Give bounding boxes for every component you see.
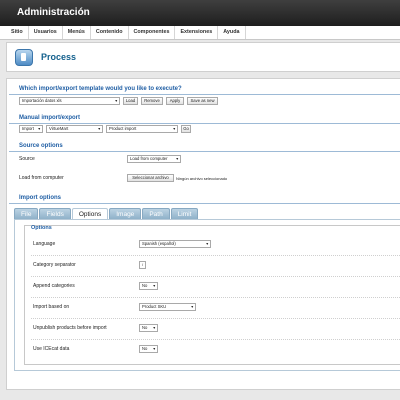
- file-label: Load from computer: [19, 175, 64, 181]
- import-section-title: Import options: [19, 195, 61, 201]
- menu-item-sitio[interactable]: Sitio: [6, 26, 29, 39]
- menu-item-contenido[interactable]: Contenido: [91, 26, 129, 39]
- save-as-new-button[interactable]: Save as new: [187, 97, 218, 105]
- unpublish-select[interactable]: No: [139, 324, 158, 332]
- source-label: Source: [19, 156, 35, 162]
- source-select[interactable]: Load from computer: [127, 155, 181, 163]
- tab-file[interactable]: File: [14, 208, 39, 219]
- import-tabs: File Fields Options Image Path Limit: [14, 208, 199, 219]
- file-status: Ningún archivo seleccionado: [176, 176, 228, 181]
- app-title: Administración: [17, 7, 90, 18]
- row-divider: [31, 255, 400, 256]
- divider: [9, 203, 400, 204]
- import-based-on-select[interactable]: Product SKU: [139, 303, 196, 311]
- tab-options[interactable]: Options: [71, 208, 109, 219]
- admin-header: Administración: [0, 0, 400, 26]
- apply-button[interactable]: Apply: [166, 97, 184, 105]
- language-select[interactable]: Spanish (español): [139, 240, 211, 248]
- row-divider: [31, 297, 400, 298]
- go-button[interactable]: Go: [181, 125, 191, 133]
- main-menu: Sitio Usuarios Menús Contenido Component…: [0, 26, 400, 40]
- options-legend: Options: [31, 225, 52, 231]
- options-fieldset: [24, 225, 400, 365]
- component-select[interactable]: VirtueMart: [46, 125, 103, 133]
- page-title: Process: [41, 52, 77, 62]
- menu-item-ayuda[interactable]: Ayuda: [218, 26, 246, 39]
- row-divider: [31, 318, 400, 319]
- choose-file-button[interactable]: Seleccionar archivo: [127, 174, 174, 182]
- menu-item-usuarios[interactable]: Usuarios: [29, 26, 63, 39]
- tab-image[interactable]: Image: [109, 208, 142, 219]
- menu-item-menus[interactable]: Menús: [63, 26, 91, 39]
- load-button[interactable]: Load: [123, 97, 138, 105]
- icecat-select[interactable]: No: [139, 345, 158, 353]
- menu-item-componentes[interactable]: Componentes: [129, 26, 176, 39]
- template-section-title: Which import/export template would you l…: [19, 86, 182, 92]
- remove-button[interactable]: Remove: [141, 97, 163, 105]
- manual-section-title: Manual import/export: [19, 115, 81, 121]
- type-select[interactable]: Product import: [106, 125, 178, 133]
- template-select[interactable]: Importación datos xls: [19, 97, 120, 105]
- tab-path[interactable]: Path: [142, 208, 170, 219]
- toolbar: Process: [6, 42, 400, 72]
- tab-limit[interactable]: Limit: [170, 208, 199, 219]
- divider: [9, 123, 400, 124]
- menu-item-extensiones[interactable]: Extensiones: [175, 26, 219, 39]
- row-divider: [31, 339, 400, 340]
- unpublish-label: Unpublish products before import: [33, 325, 107, 331]
- import-based-on-label: Import based on: [33, 304, 70, 310]
- divider: [9, 151, 400, 152]
- process-icon: [15, 49, 33, 66]
- divider: [9, 94, 400, 95]
- icecat-label: Use ICEcat data: [33, 346, 70, 352]
- source-section-title: Source options: [19, 143, 63, 149]
- tab-fields[interactable]: Fields: [39, 208, 71, 219]
- action-select[interactable]: Import: [19, 125, 43, 133]
- row-divider: [31, 276, 400, 277]
- language-label: Language: [33, 241, 56, 247]
- append-categories-select[interactable]: No: [139, 282, 158, 290]
- append-categories-label: Append categories: [33, 283, 75, 289]
- category-separator-input[interactable]: /: [139, 261, 146, 269]
- category-separator-label: Category separator: [33, 262, 76, 268]
